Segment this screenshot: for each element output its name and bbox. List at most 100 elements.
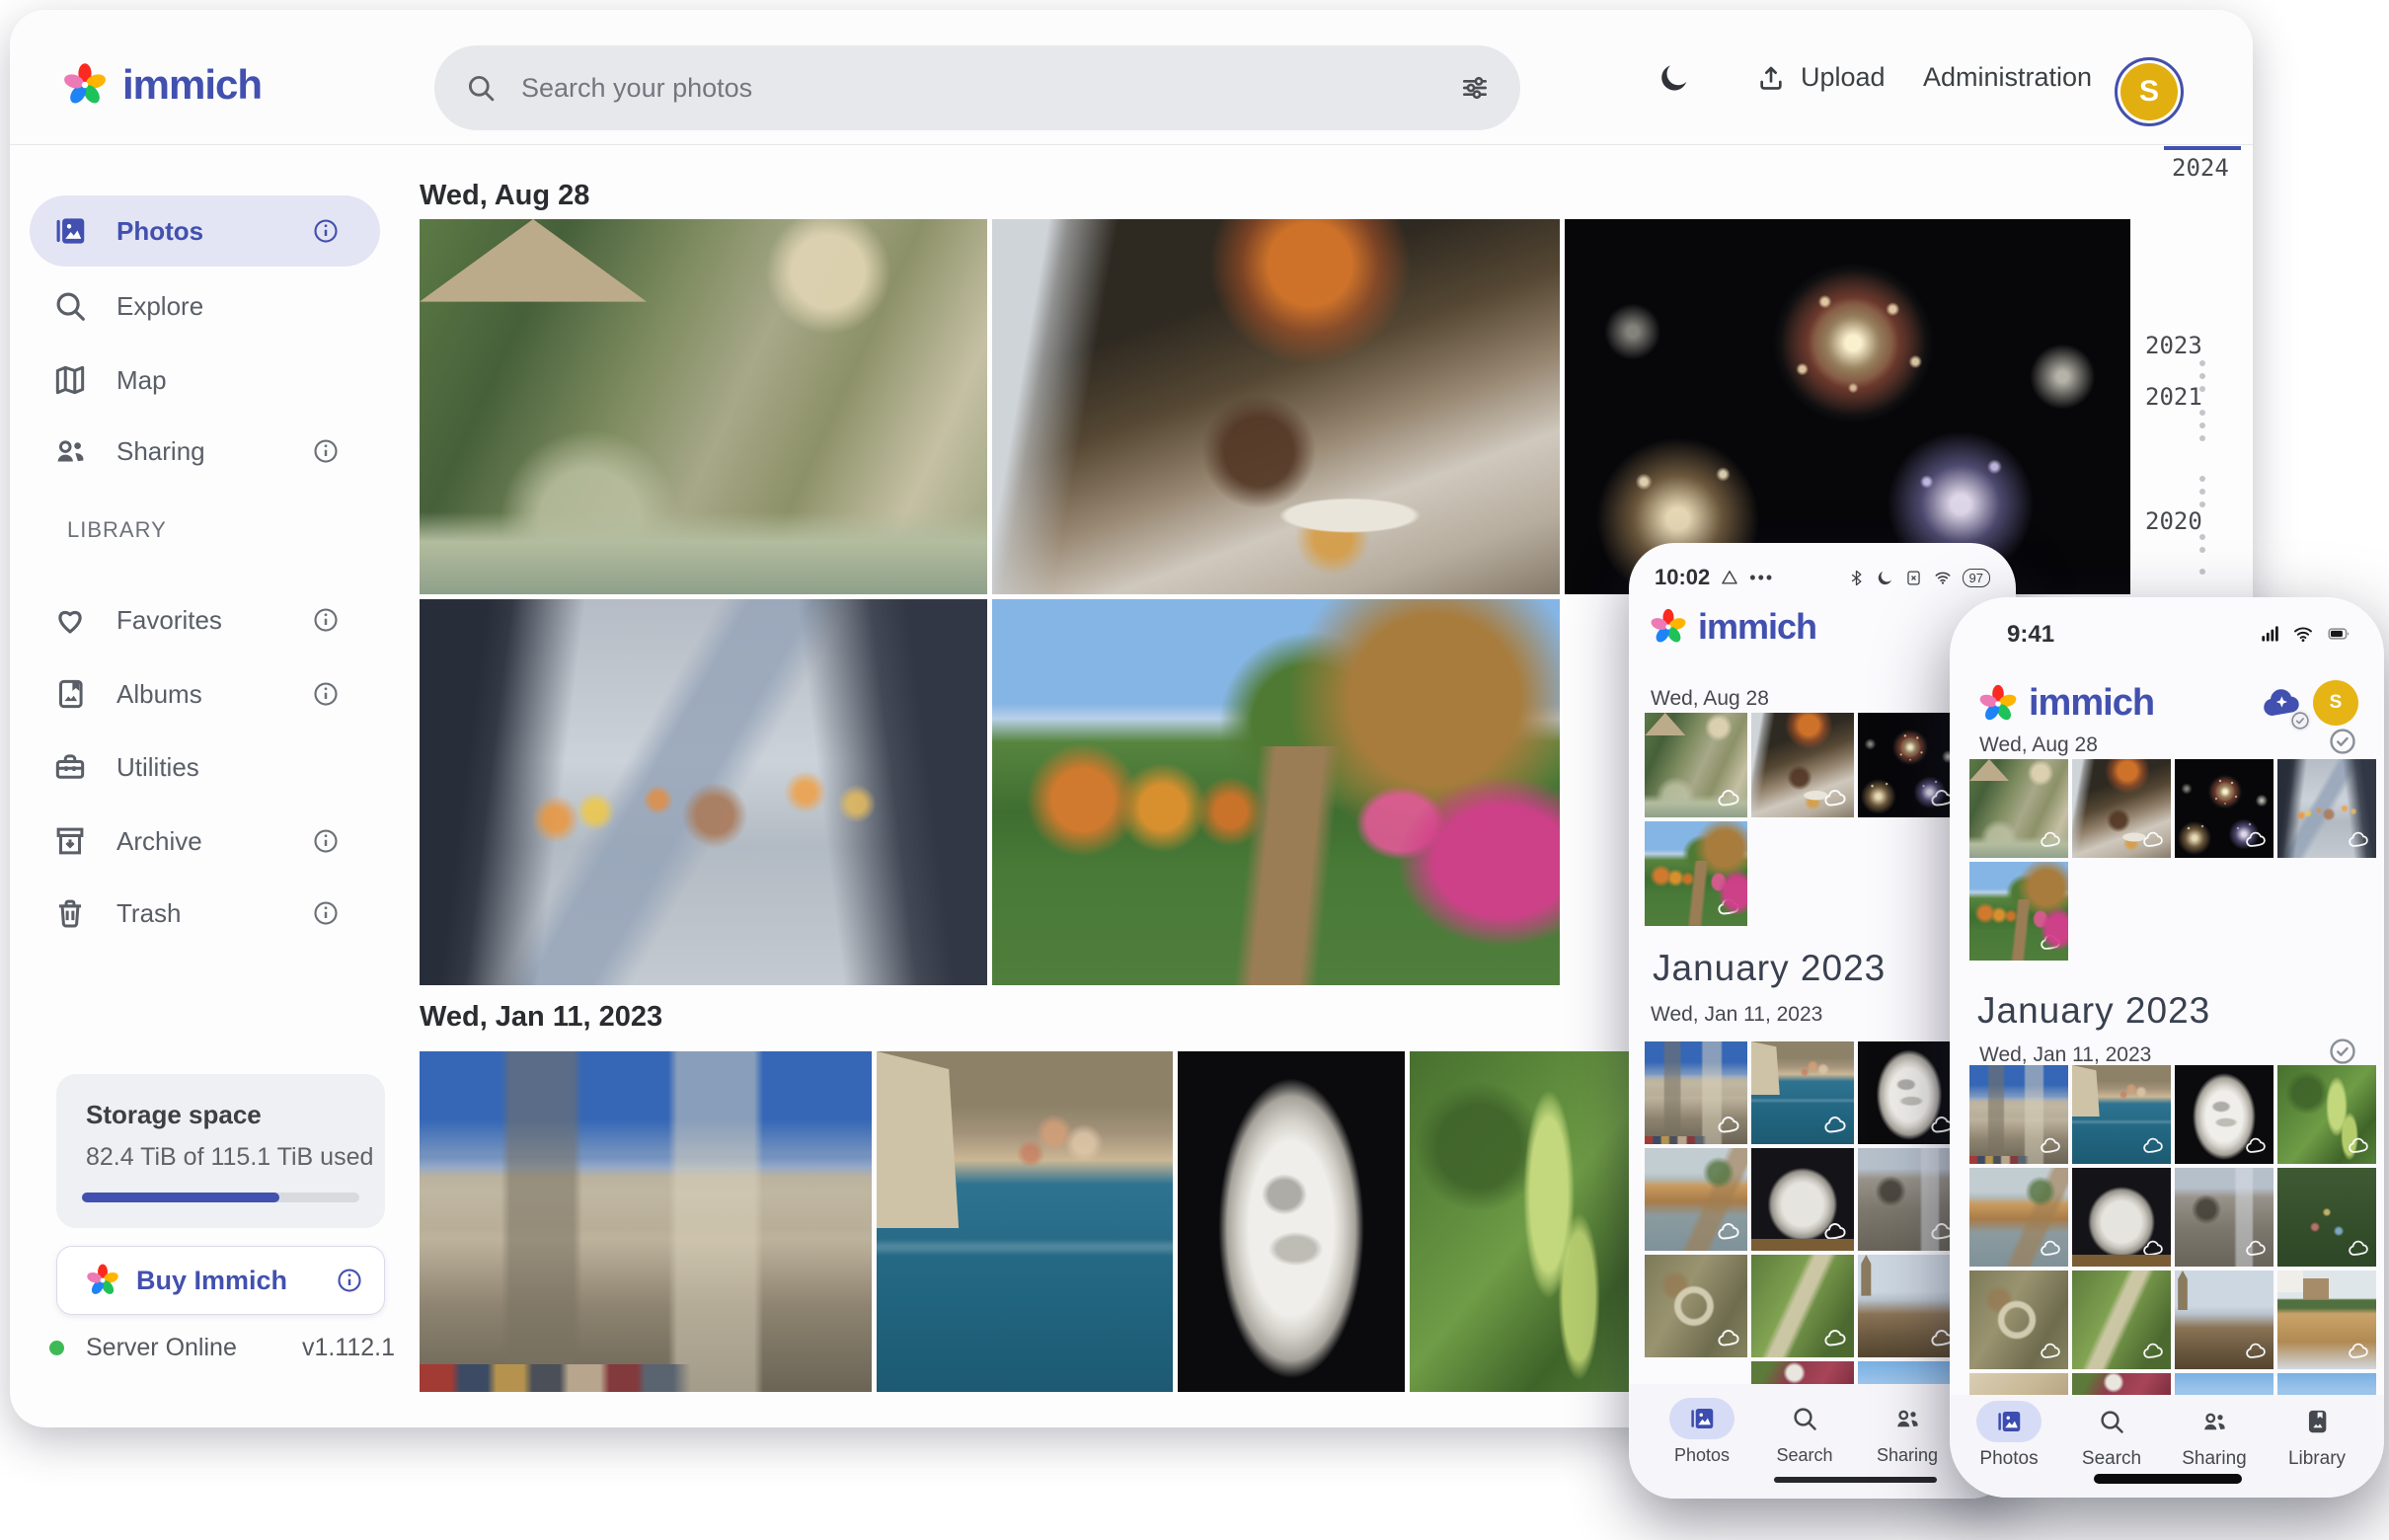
cloud-icon — [1716, 894, 1741, 920]
photo-partial[interactable] — [2277, 1373, 2376, 1395]
sidebar-item-photos[interactable]: Photos — [30, 195, 380, 267]
photo-lizard[interactable] — [1969, 1270, 2068, 1369]
photo-fireworks[interactable] — [1858, 713, 1961, 817]
android-status-bar: 10:02 ••• 97 — [1655, 563, 1990, 592]
select-all-check-icon[interactable] — [2327, 726, 2358, 757]
photo-jungle-monkeys[interactable] — [420, 219, 987, 594]
photo-beach-cliff[interactable] — [1645, 1148, 1747, 1251]
photo-marble-bust[interactable] — [1858, 1041, 1961, 1144]
photo-castle-ruins[interactable] — [1858, 1148, 1961, 1251]
photo-castle-ruins[interactable] — [2175, 1168, 2273, 1267]
photo-autumn-garden-path[interactable] — [1645, 821, 1747, 926]
info-icon[interactable] — [311, 679, 341, 709]
photo-autumn-garden-path[interactable] — [992, 599, 1560, 985]
cloud-icon — [2244, 1237, 2268, 1261]
nav-item-photos[interactable]: Photos — [1653, 1398, 1751, 1466]
sidebar-item-sharing[interactable]: Sharing — [30, 416, 380, 487]
sidebar-item-explore[interactable]: Explore — [30, 270, 380, 342]
app-header: immich Search your photos Upload Adminis… — [10, 10, 2253, 145]
search-filter-icon[interactable] — [1459, 72, 1491, 104]
photo-decorated-tree[interactable] — [2277, 1168, 2376, 1267]
storage-usage: 82.4 TiB of 115.1 TiB used — [86, 1143, 373, 1172]
photo-sea-grapes[interactable] — [1410, 1051, 1642, 1392]
photo-lizard-moss[interactable] — [1751, 1255, 1854, 1357]
people-icon — [1892, 1404, 1922, 1433]
photo-holding-hands[interactable] — [420, 599, 987, 985]
nav-item-sharing[interactable]: Sharing — [1858, 1398, 1957, 1466]
sim-missing-icon — [1904, 569, 1923, 587]
search-input[interactable]: Search your photos — [434, 45, 1520, 130]
nav-item-search[interactable]: Search — [2062, 1401, 2161, 1470]
photo-partial[interactable] — [2175, 1373, 2273, 1395]
user-avatar[interactable]: S — [2313, 680, 2358, 726]
photo-lizard[interactable] — [1645, 1255, 1747, 1357]
upload-button[interactable]: Upload — [1755, 10, 1886, 145]
photo-coastal-town[interactable] — [877, 1051, 1173, 1392]
date-group-heading: Wed, Jan 11, 2023 — [420, 1001, 662, 1034]
administration-link[interactable]: Administration — [1923, 10, 2092, 145]
storage-progress-track — [82, 1193, 359, 1202]
cloud-icon — [2039, 931, 2062, 955]
photo-partial[interactable] — [1969, 1373, 2068, 1395]
server-status-label: Server Online — [86, 1334, 237, 1362]
photo-autumn-dinner-table[interactable] — [1751, 713, 1854, 817]
immich-logo[interactable]: immich — [61, 61, 262, 109]
info-icon[interactable] — [311, 826, 341, 856]
photo-ski-village[interactable] — [2277, 1270, 2376, 1369]
cloud-icon — [1716, 786, 1741, 811]
sidebar-item-label: Trash — [116, 898, 182, 929]
photo-marble-sculpture[interactable] — [1751, 1148, 1854, 1251]
sidebar-item-archive[interactable]: Archive — [30, 806, 380, 877]
photo-dubrovnik-fortress[interactable] — [1645, 1041, 1747, 1144]
nav-item-sharing[interactable]: Sharing — [2165, 1401, 2264, 1470]
people-icon — [2199, 1407, 2229, 1436]
photo-marble-sculpture[interactable] — [2072, 1168, 2171, 1267]
cloud-icon — [2039, 1237, 2062, 1261]
server-version: v1.112.1 — [302, 1334, 395, 1362]
select-all-check-icon[interactable] — [2327, 1036, 2358, 1067]
photo-holding-hands[interactable] — [2277, 759, 2376, 858]
photo-coastal-town[interactable] — [1751, 1041, 1854, 1144]
info-icon[interactable] — [311, 436, 341, 466]
sidebar-item-map[interactable]: Map — [30, 345, 380, 416]
cloud-icon — [2039, 1340, 2062, 1363]
cloud-icon — [2347, 1340, 2370, 1363]
photo-winter-church[interactable] — [1858, 1255, 1961, 1357]
nav-item-photos[interactable]: Photos — [1960, 1401, 2058, 1470]
photo-marble-bust[interactable] — [1178, 1051, 1405, 1392]
photo-sea-grapes[interactable] — [2277, 1065, 2376, 1164]
photo-jungle-monkeys[interactable] — [1969, 759, 2068, 858]
photo-autumn-dinner-table[interactable] — [2072, 759, 2171, 858]
photo-fireworks[interactable] — [1565, 219, 2130, 594]
sidebar-item-label: Archive — [116, 826, 202, 857]
scrubber-year: 2021 — [2145, 383, 2202, 411]
photo-fireworks[interactable] — [2175, 759, 2273, 858]
user-avatar[interactable]: S — [2115, 57, 2184, 126]
photo-autumn-dinner-table[interactable] — [992, 219, 1560, 594]
photo-dubrovnik-fortress[interactable] — [420, 1051, 872, 1392]
photo-marble-bust[interactable] — [2175, 1065, 2273, 1164]
sidebar-item-favorites[interactable]: Favorites — [30, 584, 380, 655]
nav-item-search[interactable]: Search — [1755, 1398, 1854, 1466]
nav-item-library[interactable]: Library — [2268, 1401, 2366, 1470]
immich-flower-icon — [85, 1263, 120, 1298]
info-icon[interactable] — [311, 898, 341, 928]
photo-dubrovnik-fortress[interactable] — [1969, 1065, 2068, 1164]
photo-autumn-garden-path[interactable] — [1969, 862, 2068, 961]
info-icon[interactable] — [335, 1266, 364, 1295]
photo-partial[interactable] — [2072, 1373, 2171, 1395]
photo-winter-church[interactable] — [2175, 1270, 2273, 1369]
photo-jungle-monkeys[interactable] — [1645, 713, 1747, 817]
theme-toggle-button[interactable] — [1657, 10, 1692, 145]
sidebar-item-albums[interactable]: Albums — [30, 658, 380, 730]
nav-label: Photos — [1653, 1445, 1751, 1466]
sidebar-item-trash[interactable]: Trash — [30, 878, 380, 949]
photo-beach-cliff[interactable] — [1969, 1168, 2068, 1267]
photo-lizard-moss[interactable] — [2072, 1270, 2171, 1369]
photo-coastal-town[interactable] — [2072, 1065, 2171, 1164]
sidebar-item-utilities[interactable]: Utilities — [30, 732, 380, 803]
sidebar-item-label: Favorites — [116, 605, 222, 636]
info-icon[interactable] — [311, 216, 341, 246]
info-icon[interactable] — [311, 605, 341, 635]
buy-immich-button[interactable]: Buy Immich — [56, 1246, 385, 1315]
